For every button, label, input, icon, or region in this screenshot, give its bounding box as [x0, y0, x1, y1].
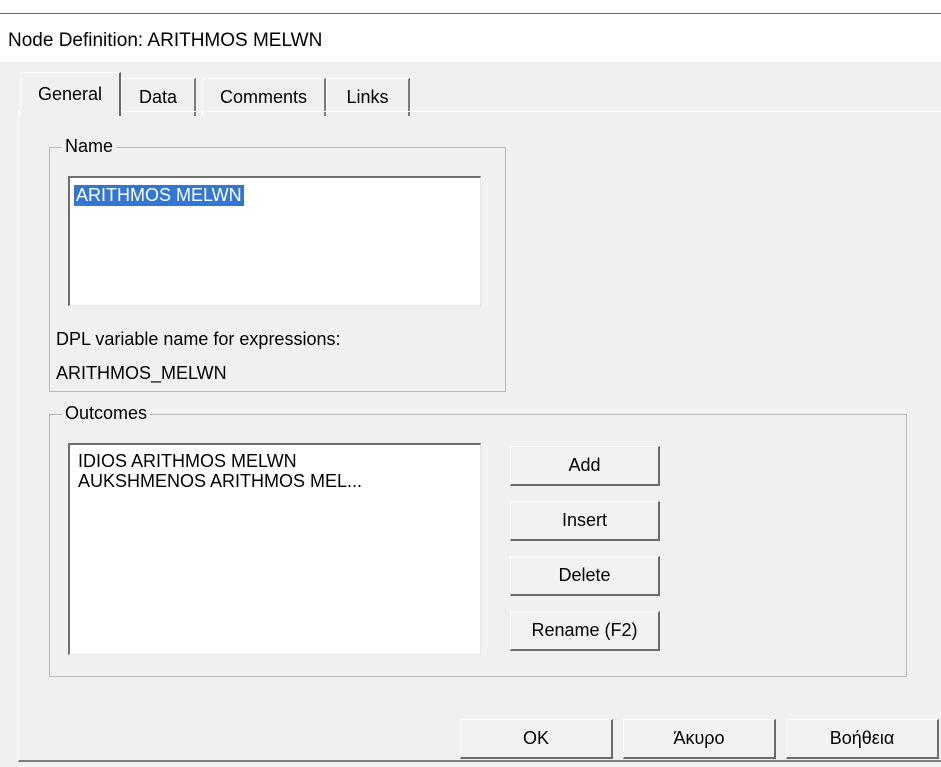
- outcome-item[interactable]: AUKSHMENOS ARITHMOS MEL...: [78, 471, 362, 492]
- delete-button[interactable]: Delete: [510, 556, 660, 596]
- name-textbox[interactable]: ARITHMOS MELWN: [68, 176, 481, 306]
- rename-button[interactable]: Rename (F2): [510, 611, 660, 651]
- outcomes-group-label: Outcomes: [62, 403, 151, 424]
- dpl-variable-value: ARITHMOS_MELWN: [56, 363, 227, 383]
- tab-general-label: General: [37, 84, 103, 104]
- insert-button[interactable]: Insert: [510, 501, 660, 541]
- tab-comments-label: Comments: [219, 87, 308, 107]
- title-accent-line: [0, 13, 941, 14]
- ok-button[interactable]: OK: [460, 719, 613, 759]
- dialog-body: General Data Comments Links Name ARITHMO…: [0, 62, 941, 767]
- tab-links-label: Links: [346, 87, 389, 107]
- name-groupbox: Name ARITHMOS MELWN DPL variable name fo…: [49, 136, 506, 392]
- cancel-button[interactable]: Άκυρο: [623, 719, 776, 759]
- tab-data-label: Data: [138, 87, 178, 107]
- dpl-variable-caption: DPL variable name for expressions:: [56, 329, 341, 349]
- tab-general[interactable]: General: [20, 72, 121, 116]
- name-selected-text: ARITHMOS MELWN: [74, 185, 244, 206]
- name-group-label: Name: [62, 136, 117, 157]
- outcome-item[interactable]: IDIOS ARITHMOS MELWN: [78, 451, 297, 472]
- help-button[interactable]: Βοήθεια: [786, 719, 939, 759]
- general-tab-panel: Name ARITHMOS MELWN DPL variable name fo…: [18, 111, 941, 762]
- outcomes-groupbox: Outcomes IDIOS ARITHMOS MELWN AUKSHMENOS…: [49, 403, 907, 677]
- add-button[interactable]: Add: [510, 446, 660, 486]
- outcomes-listbox[interactable]: IDIOS ARITHMOS MELWN AUKSHMENOS ARITHMOS…: [68, 443, 481, 655]
- window-title: Node Definition: ARITHMOS MELWN: [8, 30, 323, 51]
